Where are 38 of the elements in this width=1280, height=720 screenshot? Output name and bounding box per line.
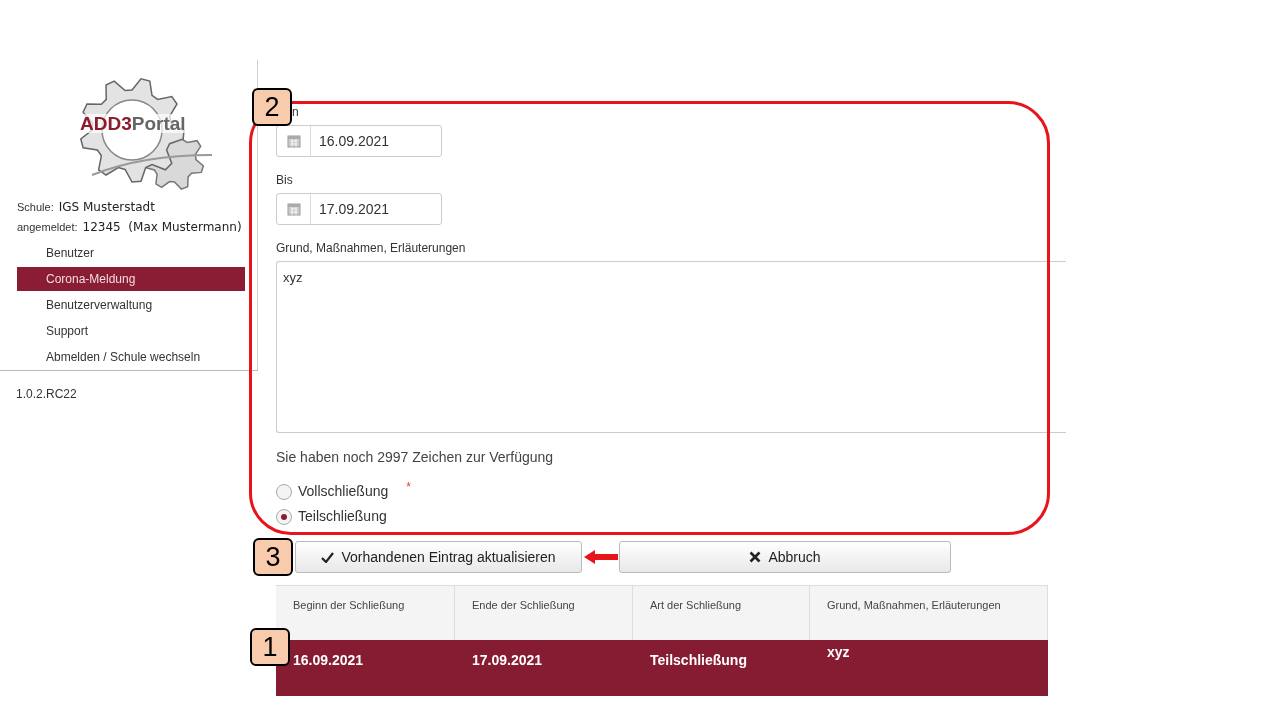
calendar-icon xyxy=(286,134,301,148)
table-cell-text: Teilschließung xyxy=(649,651,748,670)
nav-item[interactable]: Benutzer xyxy=(17,241,245,265)
radio-button[interactable] xyxy=(276,483,292,500)
character-counter: Sie haben noch 2997 Zeichen zur Verfügung xyxy=(276,448,555,467)
check-icon xyxy=(321,551,335,563)
login-label: angemeldet: xyxy=(17,220,78,235)
radio-label: Vollschließung xyxy=(298,482,389,501)
table-cell-text: 16.09.2021 xyxy=(292,651,365,670)
nav-item[interactable]: Corona-Meldung xyxy=(17,267,245,291)
table-cell-text: 17.09.2021 xyxy=(471,651,544,670)
text-area[interactable]: xyz xyxy=(276,261,1066,433)
school-label: Schule: xyxy=(17,200,54,215)
close-icon xyxy=(749,551,762,563)
arrow-icon xyxy=(584,550,618,564)
table-row[interactable]: 16.09.2021 17.09.2021 Teilschließung xyz xyxy=(276,640,1048,696)
nav-item[interactable]: Abmelden / Schule wechseln xyxy=(17,345,245,369)
cancel-button[interactable]: Abbruch xyxy=(619,541,951,573)
nav-item[interactable]: Support xyxy=(17,319,245,343)
nav-item[interactable]: Benutzerverwaltung xyxy=(17,293,245,317)
logo-text: ADD3Portal xyxy=(80,114,186,133)
field-label: Bis xyxy=(276,172,294,189)
calendar-icon xyxy=(286,202,301,216)
radio-button[interactable] xyxy=(276,508,292,525)
callout-badge: 2 xyxy=(252,88,292,126)
radio-label: Teilschließung xyxy=(298,507,387,526)
login-user: 12345 (Max Mustermann) xyxy=(82,219,242,236)
callout-badge: 3 xyxy=(253,538,293,576)
update-button[interactable]: Vorhandenen Eintrag aktualisieren xyxy=(295,541,582,573)
table-cell-text: xyz xyxy=(826,643,851,662)
date-field[interactable]: 17.09.2021 xyxy=(276,193,442,225)
field-label: Grund, Maßnahmen, Erläuterungen xyxy=(276,240,467,257)
callout-badge: 1 xyxy=(250,628,290,666)
date-field[interactable]: 16.09.2021 xyxy=(276,125,442,157)
school-name: IGS Musterstadt xyxy=(58,199,155,216)
field-label: n xyxy=(291,104,300,121)
required-mark: * xyxy=(406,478,411,496)
version-label: 1.0.2.RC22 xyxy=(15,386,78,403)
